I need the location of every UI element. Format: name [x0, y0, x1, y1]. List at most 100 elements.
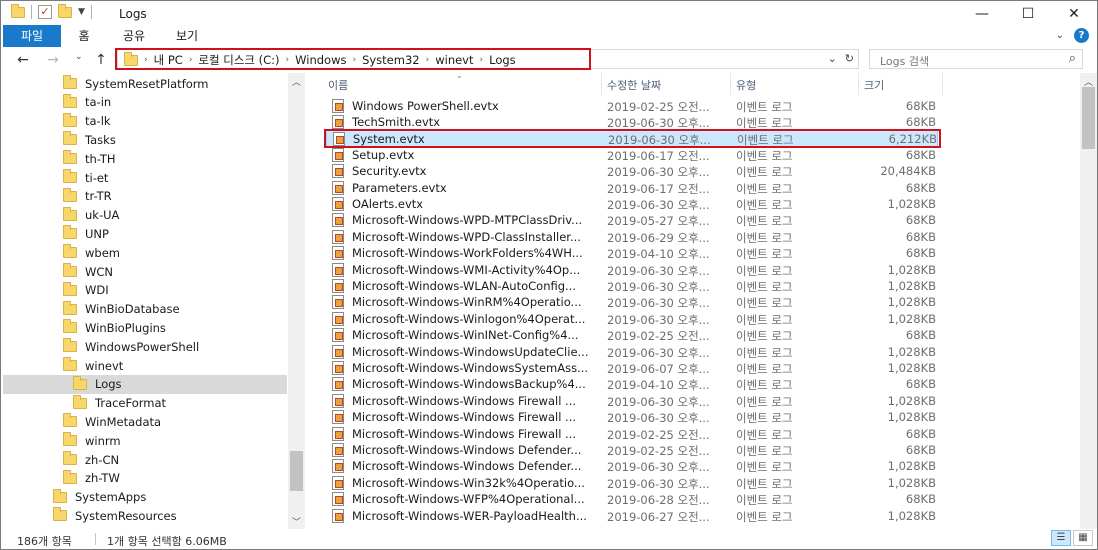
file-size: 68KB	[905, 213, 936, 228]
nav-item[interactable]: th-TH	[63, 149, 116, 168]
nav-item[interactable]: wbem	[63, 243, 120, 262]
nav-item[interactable]: Tasks	[63, 130, 116, 149]
nav-item[interactable]: SystemResetPlatform	[63, 74, 209, 93]
nav-item[interactable]: winevt	[63, 356, 123, 375]
nav-item[interactable]: WindowsPowerShell	[63, 337, 199, 356]
nav-item[interactable]: SystemApps	[53, 488, 146, 507]
back-icon[interactable]: ←	[15, 51, 31, 69]
nav-item[interactable]: SystemResources	[53, 506, 177, 525]
file-size: 1,028KB	[887, 344, 936, 359]
column-date[interactable]: 수정한 날짜	[607, 77, 661, 93]
tab-view[interactable]: 보기	[167, 25, 207, 47]
nav-item[interactable]: winrm	[63, 431, 121, 450]
file-row[interactable]: Microsoft-Windows-Windows Defender... 201…	[326, 458, 938, 474]
search-icon[interactable]: ⌕	[1069, 51, 1076, 66]
column-divider[interactable]	[942, 73, 943, 95]
up-icon[interactable]: ↑	[93, 51, 109, 69]
column-type[interactable]: 유형	[736, 77, 756, 93]
column-divider[interactable]	[601, 73, 602, 95]
nav-item[interactable]: WinMetadata	[63, 412, 161, 431]
address-tools: ⌄ ↻	[828, 52, 854, 65]
new-folder-icon[interactable]	[58, 3, 72, 18]
recent-locations-icon[interactable]: ⌄	[75, 52, 83, 62]
minimize-button[interactable]: —	[959, 1, 1005, 27]
file-row[interactable]: Microsoft-Windows-WindowsUpdateClie... 20…	[326, 344, 938, 360]
folder-icon	[63, 93, 77, 108]
file-row[interactable]: Microsoft-Windows-Windows Firewall ... 20…	[326, 393, 938, 409]
nav-item[interactable]: tr-TR	[63, 187, 112, 206]
file-row[interactable]: Microsoft-Windows-WinRM%4Operatio... 2019…	[326, 294, 938, 310]
file-date: 2019-06-17 오전...	[607, 181, 710, 196]
file-row[interactable]: Microsoft-Windows-WER-PayloadHealth... 20…	[326, 508, 938, 524]
maximize-button[interactable]: ☐	[1005, 1, 1051, 27]
file-type: 이벤트 로그	[736, 394, 793, 409]
tab-file[interactable]: 파일	[3, 25, 61, 47]
nav-item[interactable]: zh-TW	[63, 469, 120, 488]
file-size: 68KB	[905, 492, 936, 507]
nav-item[interactable]: TraceFormat	[73, 394, 166, 413]
nav-item[interactable]: WDI	[63, 281, 109, 300]
nav-item[interactable]: WCN	[63, 262, 113, 281]
nav-item[interactable]: WinBioDatabase	[63, 300, 180, 319]
scroll-down-icon[interactable]: ﹀	[288, 515, 305, 528]
nav-item[interactable]: Logs	[3, 374, 287, 394]
nav-item[interactable]: ta-lk	[63, 112, 111, 131]
tab-home[interactable]: 홈	[67, 25, 101, 47]
tab-share[interactable]: 공유	[115, 25, 153, 47]
properties-icon[interactable]: ✓	[38, 5, 52, 19]
file-row[interactable]: Microsoft-Windows-Windows Firewall ... 20…	[326, 409, 938, 425]
refresh-icon[interactable]: ↻	[845, 52, 854, 65]
nav-item[interactable]: UNP	[63, 224, 109, 243]
address-history-icon[interactable]: ⌄	[828, 52, 837, 65]
customize-toolbar-icon[interactable]: ▼	[78, 7, 85, 17]
details-view-icon[interactable]: ☰	[1051, 530, 1071, 546]
file-row[interactable]: Microsoft-Windows-Winlogon%4Operat... 201…	[326, 311, 938, 327]
nav-item[interactable]: ta-in	[63, 93, 111, 112]
file-row[interactable]: TechSmith.evtx 2019-06-30 오후... 이벤트 로그 68KB	[326, 114, 938, 130]
file-row[interactable]: Security.evtx 2019-06-30 오후... 이벤트 로그 20,48…	[326, 163, 938, 179]
file-row[interactable]: OAlerts.evtx 2019-06-30 오후... 이벤트 로그 1,028K…	[326, 196, 938, 212]
file-row[interactable]: Microsoft-Windows-Windows Firewall ... 20…	[326, 426, 938, 442]
file-row[interactable]: Microsoft-Windows-WLAN-AutoConfig... 2019…	[326, 278, 938, 294]
nav-scrollbar[interactable]: ︿ ﹀	[288, 73, 305, 529]
large-icons-view-icon[interactable]: ▦	[1073, 530, 1093, 546]
file-type: 이벤트 로그	[736, 460, 793, 475]
file-row[interactable]: Microsoft-Windows-WorkFolders%4WH... 2019…	[326, 245, 938, 261]
file-row[interactable]: Microsoft-Windows-Win32k%4Operatio... 201…	[326, 475, 938, 491]
file-row[interactable]: Windows PowerShell.evtx 2019-02-25 오전... 이…	[326, 98, 938, 114]
list-scroll-thumb[interactable]	[1082, 87, 1095, 149]
list-scrollbar[interactable]: ︿	[1080, 73, 1097, 529]
file-size: 68KB	[905, 442, 936, 457]
column-divider[interactable]	[858, 73, 859, 95]
file-row[interactable]: Microsoft-Windows-WindowsBackup%4... 2019…	[326, 376, 938, 392]
file-row[interactable]: Microsoft-Windows-WindowsSystemAss... 201…	[326, 360, 938, 376]
nav-item[interactable]: WinBioPlugins	[63, 318, 166, 337]
close-button[interactable]: ✕	[1051, 1, 1097, 27]
nav-item[interactable]: zh-CN	[63, 450, 119, 469]
search-input[interactable]: Logs 검색 ⌕	[869, 49, 1083, 69]
event-log-file-icon	[332, 114, 344, 129]
scroll-up-icon[interactable]: ︿	[288, 75, 305, 88]
column-divider[interactable]	[730, 73, 731, 95]
file-row[interactable]: Microsoft-Windows-WinINet-Config%4... 201…	[326, 327, 938, 343]
file-date: 2019-06-30 오후...	[607, 394, 710, 409]
forward-icon[interactable]: →	[45, 51, 61, 69]
file-row[interactable]: Microsoft-Windows-WFP%4Operational... 201…	[326, 491, 938, 507]
expand-ribbon-icon[interactable]: ⌄	[1056, 30, 1064, 41]
file-row[interactable]: Setup.evtx 2019-06-17 오전... 이벤트 로그 68KB	[326, 147, 938, 163]
nav-scroll-thumb[interactable]	[290, 451, 303, 491]
file-row[interactable]: Parameters.evtx 2019-06-17 오전... 이벤트 로그 68K…	[326, 180, 938, 196]
folder-icon	[63, 131, 77, 146]
column-size[interactable]: 크기	[864, 77, 884, 93]
help-icon[interactable]: ?	[1074, 28, 1089, 43]
file-row[interactable]: Microsoft-Windows-WMI-Activity%4Op... 201…	[326, 262, 938, 278]
file-row[interactable]: Microsoft-Windows-Windows Defender... 201…	[326, 442, 938, 458]
column-name[interactable]: 이름	[328, 77, 348, 93]
file-row[interactable]: Microsoft-Windows-WPD-MTPClassDriv... 201…	[326, 212, 938, 228]
event-log-file-icon	[332, 147, 344, 162]
file-row[interactable]: Microsoft-Windows-WPD-ClassInstaller... 2…	[326, 229, 938, 245]
nav-item[interactable]: uk-UA	[63, 206, 119, 225]
file-name: Microsoft-Windows-WinRM%4Operatio...	[352, 295, 582, 310]
file-name: OAlerts.evtx	[352, 196, 424, 211]
nav-item[interactable]: ti-et	[63, 168, 108, 187]
